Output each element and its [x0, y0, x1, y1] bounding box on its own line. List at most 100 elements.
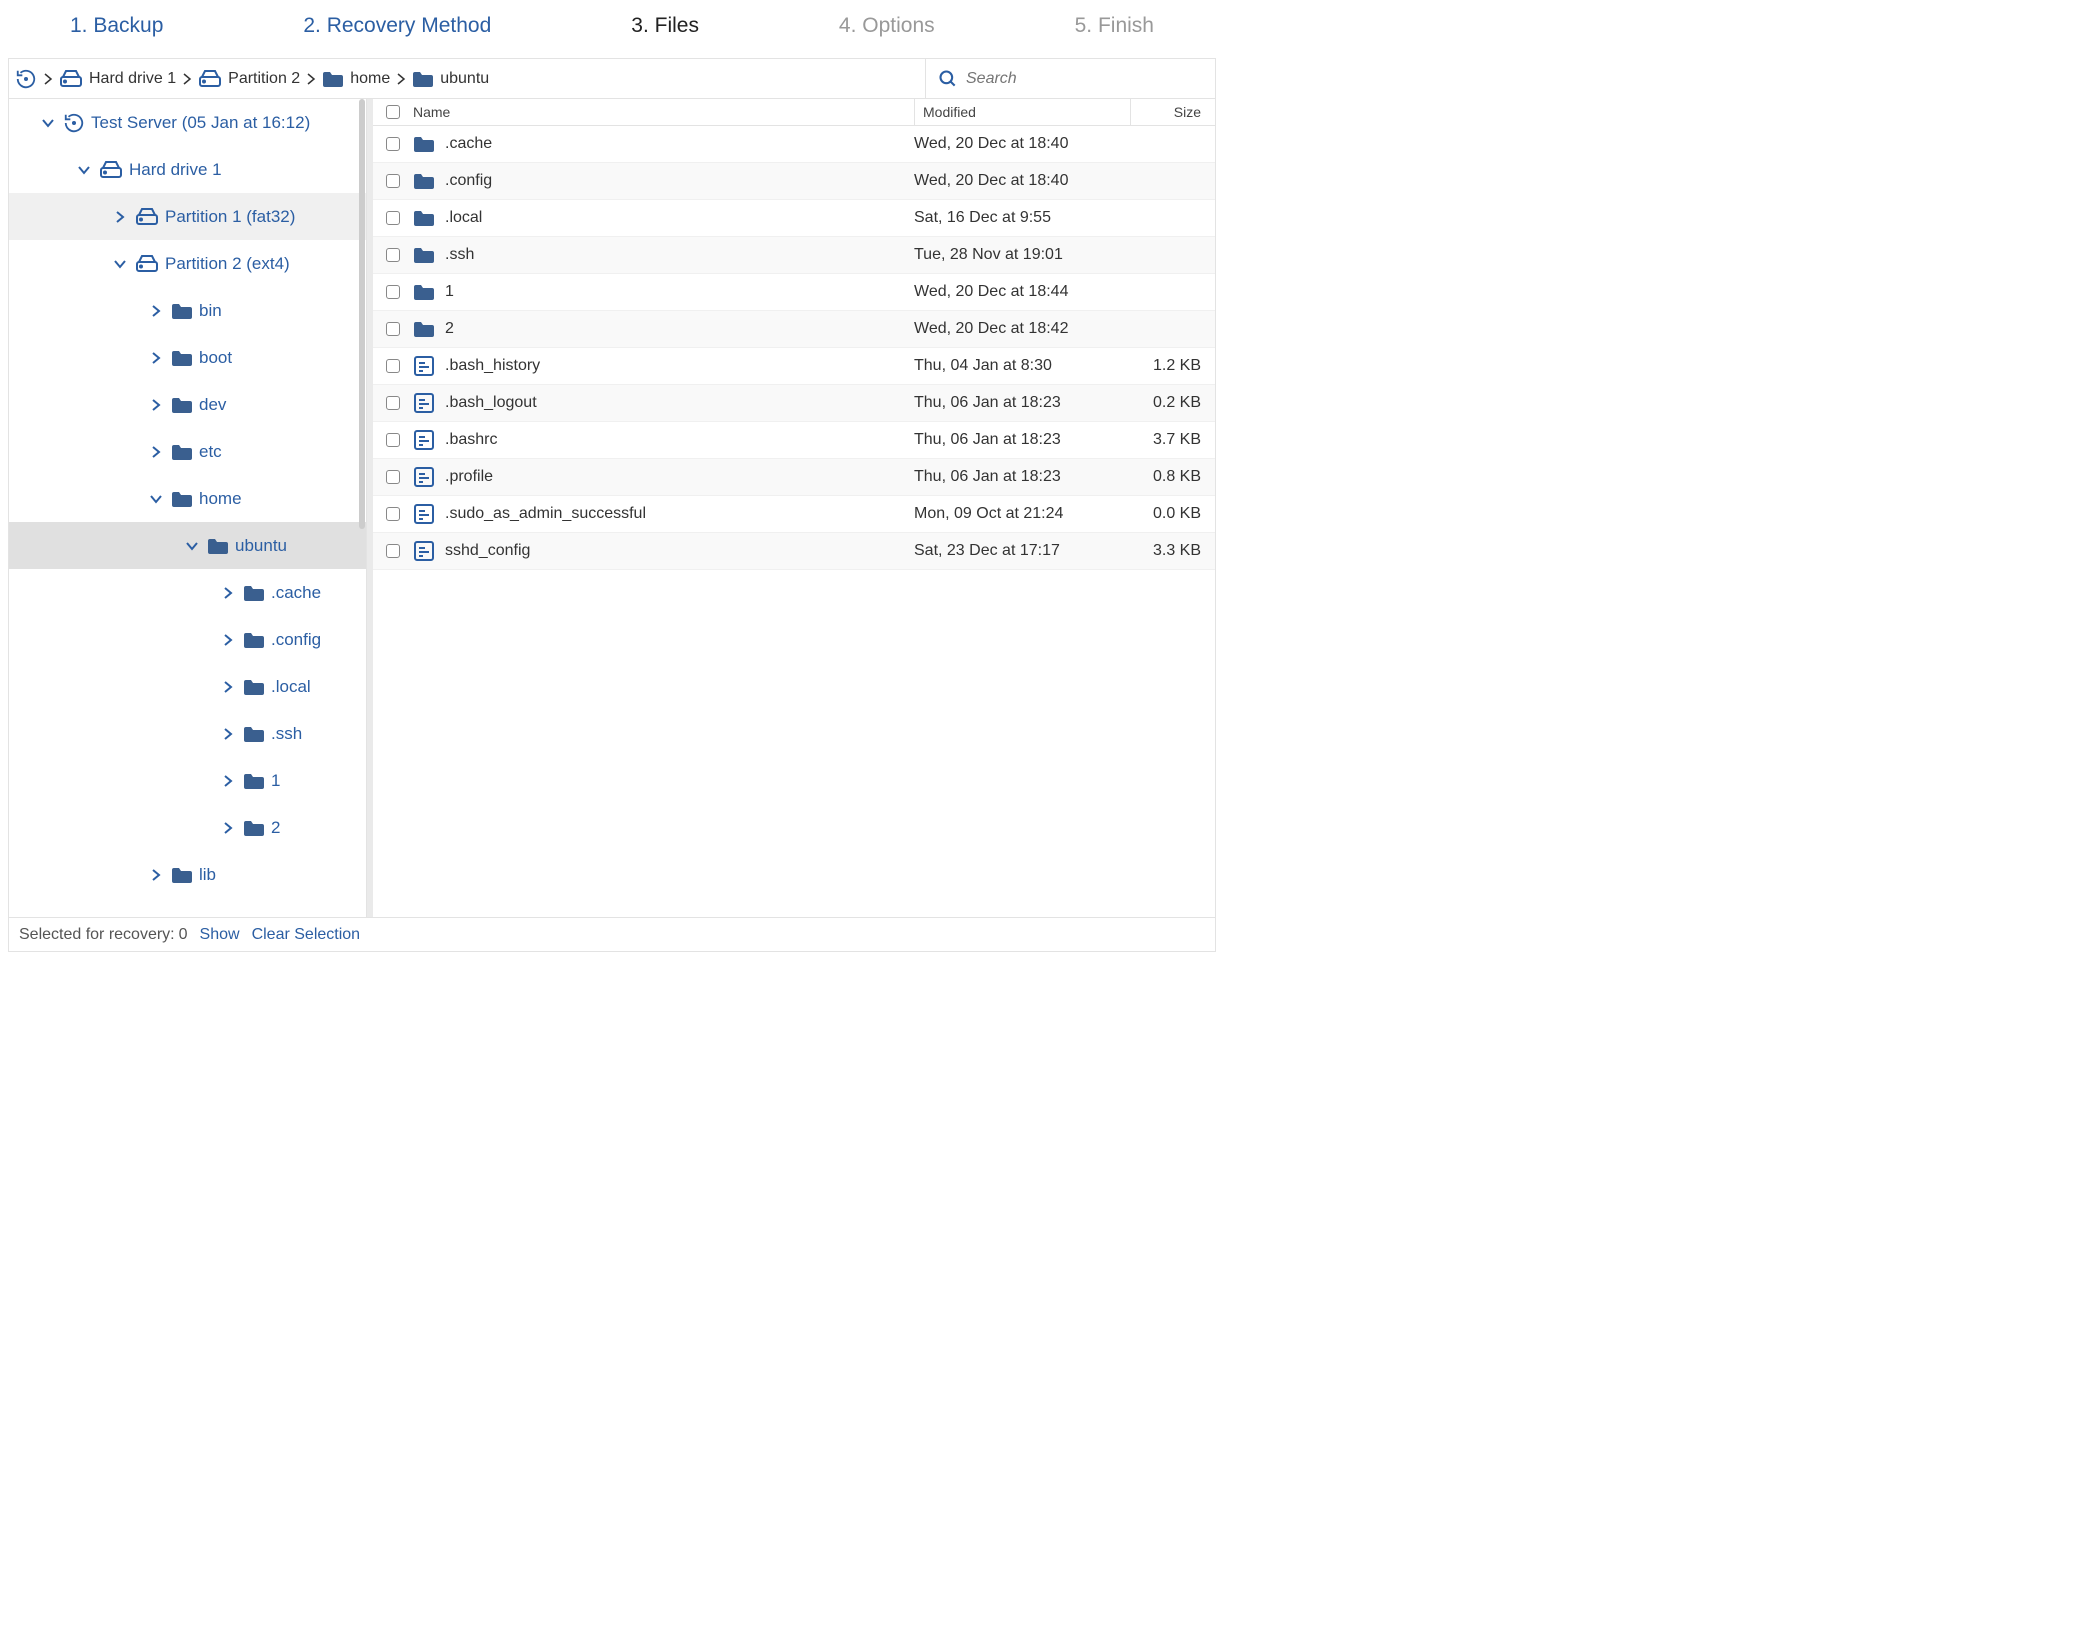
- tree-partition-2[interactable]: Partition 2 (ext4): [9, 240, 366, 287]
- chevron-right-icon: [182, 72, 192, 86]
- chevron-down-icon[interactable]: [75, 163, 93, 177]
- row-checkbox[interactable]: [386, 359, 400, 373]
- chevron-right-icon[interactable]: [147, 351, 165, 365]
- tree-label: boot: [199, 348, 232, 368]
- tree-folder-local[interactable]: .local: [9, 663, 366, 710]
- tree-folder-bin[interactable]: bin: [9, 287, 366, 334]
- footer: Selected for recovery: 0 Show Clear Sele…: [9, 917, 1215, 951]
- row-checkbox[interactable]: [386, 285, 400, 299]
- row-checkbox[interactable]: [386, 433, 400, 447]
- row-checkbox[interactable]: [386, 396, 400, 410]
- step-recovery-method[interactable]: 2. Recovery Method: [303, 14, 491, 38]
- table-row[interactable]: .bash_historyThu, 04 Jan at 8:301.2 KB: [373, 348, 1215, 385]
- tree-ubuntu[interactable]: ubuntu: [9, 522, 366, 569]
- folder-icon: [413, 172, 435, 190]
- step-files[interactable]: 3. Files: [631, 14, 699, 38]
- select-all-checkbox[interactable]: [386, 105, 400, 119]
- tree-folder-config[interactable]: .config: [9, 616, 366, 663]
- file-icon: [413, 466, 435, 488]
- search-box[interactable]: [925, 59, 1215, 98]
- chevron-right-icon[interactable]: [147, 304, 165, 318]
- table-row[interactable]: 2Wed, 20 Dec at 18:42: [373, 311, 1215, 348]
- tree-folder-1[interactable]: 1: [9, 757, 366, 804]
- chevron-right-icon[interactable]: [219, 821, 237, 835]
- table-row[interactable]: .profileThu, 06 Jan at 18:230.8 KB: [373, 459, 1215, 496]
- folder-icon: [243, 678, 265, 696]
- tree-lib[interactable]: lib: [9, 851, 366, 898]
- chevron-right-icon[interactable]: [219, 680, 237, 694]
- chevron-down-icon[interactable]: [111, 257, 129, 271]
- file-name-label: .bash_logout: [445, 394, 537, 412]
- breadcrumb-partition-2[interactable]: Partition 2: [198, 69, 300, 89]
- row-checkbox[interactable]: [386, 507, 400, 521]
- folder-icon: [413, 246, 435, 264]
- row-checkbox[interactable]: [386, 211, 400, 225]
- footer-clear-link[interactable]: Clear Selection: [252, 926, 361, 944]
- tree-folder-ssh[interactable]: .ssh: [9, 710, 366, 757]
- table-row[interactable]: .configWed, 20 Dec at 18:40: [373, 163, 1215, 200]
- chevron-right-icon[interactable]: [147, 868, 165, 882]
- file-size: 3.7 KB: [1130, 431, 1215, 449]
- file-icon: [413, 429, 435, 451]
- table-row[interactable]: .bash_logoutThu, 06 Jan at 18:230.2 KB: [373, 385, 1215, 422]
- table-row[interactable]: .localSat, 16 Dec at 9:55: [373, 200, 1215, 237]
- file-modified: Tue, 28 Nov at 19:01: [914, 246, 1130, 264]
- row-checkbox[interactable]: [386, 470, 400, 484]
- row-checkbox[interactable]: [386, 137, 400, 151]
- chevron-down-icon[interactable]: [147, 492, 165, 506]
- tree-root[interactable]: Test Server (05 Jan at 16:12): [9, 99, 366, 146]
- table-row[interactable]: .sshTue, 28 Nov at 19:01: [373, 237, 1215, 274]
- tree-label: 2: [271, 818, 280, 838]
- chevron-right-icon[interactable]: [111, 210, 129, 224]
- table-row[interactable]: .sudo_as_admin_successfulMon, 09 Oct at …: [373, 496, 1215, 533]
- chevron-right-icon[interactable]: [147, 445, 165, 459]
- file-modified: Thu, 04 Jan at 8:30: [914, 357, 1130, 375]
- file-icon: [413, 392, 435, 414]
- breadcrumb-ubuntu[interactable]: ubuntu: [412, 70, 489, 88]
- tree-folder-dev[interactable]: dev: [9, 381, 366, 428]
- tree-label: Partition 2 (ext4): [165, 254, 290, 274]
- column-header-size[interactable]: Size: [1130, 99, 1215, 125]
- row-checkbox[interactable]: [386, 322, 400, 336]
- scrollbar-thumb[interactable]: [359, 99, 365, 529]
- tree-label: Hard drive 1: [129, 160, 222, 180]
- column-header-name[interactable]: Name: [413, 104, 914, 120]
- chevron-right-icon[interactable]: [219, 586, 237, 600]
- table-row[interactable]: sshd_configSat, 23 Dec at 17:173.3 KB: [373, 533, 1215, 570]
- tree-folder-etc[interactable]: etc: [9, 428, 366, 475]
- chevron-right-icon[interactable]: [219, 633, 237, 647]
- tree-partition-1[interactable]: Partition 1 (fat32): [9, 193, 366, 240]
- footer-show-link[interactable]: Show: [200, 926, 240, 944]
- breadcrumb-label: ubuntu: [440, 70, 489, 88]
- file-name-label: 1: [445, 283, 454, 301]
- tree-drive[interactable]: Hard drive 1: [9, 146, 366, 193]
- sidebar-tree[interactable]: Test Server (05 Jan at 16:12) Hard drive…: [9, 99, 367, 917]
- file-modified: Thu, 06 Jan at 18:23: [914, 431, 1130, 449]
- file-icon: [413, 503, 435, 525]
- row-checkbox[interactable]: [386, 544, 400, 558]
- breadcrumb-home[interactable]: home: [322, 70, 390, 88]
- table-row[interactable]: .cacheWed, 20 Dec at 18:40: [373, 126, 1215, 163]
- tree-folder-2[interactable]: 2: [9, 804, 366, 851]
- tree-folder-cache[interactable]: .cache: [9, 569, 366, 616]
- file-list-panel: Name Modified Size .cacheWed, 20 Dec at …: [367, 99, 1215, 917]
- chevron-down-icon[interactable]: [39, 116, 57, 130]
- row-checkbox[interactable]: [386, 248, 400, 262]
- file-modified: Wed, 20 Dec at 18:40: [914, 135, 1130, 153]
- step-backup[interactable]: 1. Backup: [70, 14, 163, 38]
- chevron-right-icon[interactable]: [147, 398, 165, 412]
- chevron-right-icon: [43, 72, 53, 86]
- chevron-down-icon[interactable]: [183, 539, 201, 553]
- chevron-right-icon[interactable]: [219, 727, 237, 741]
- search-input[interactable]: [966, 70, 1203, 88]
- row-checkbox[interactable]: [386, 174, 400, 188]
- breadcrumb-hard-drive-1[interactable]: Hard drive 1: [59, 69, 176, 89]
- table-row[interactable]: .bashrcThu, 06 Jan at 18:233.7 KB: [373, 422, 1215, 459]
- chevron-right-icon[interactable]: [219, 774, 237, 788]
- table-row[interactable]: 1Wed, 20 Dec at 18:44: [373, 274, 1215, 311]
- tree-folder-boot[interactable]: boot: [9, 334, 366, 381]
- history-back-icon[interactable]: [15, 68, 37, 90]
- column-header-modified[interactable]: Modified: [914, 99, 1130, 125]
- tree-folder-home[interactable]: home: [9, 475, 366, 522]
- body: Test Server (05 Jan at 16:12) Hard drive…: [9, 99, 1215, 917]
